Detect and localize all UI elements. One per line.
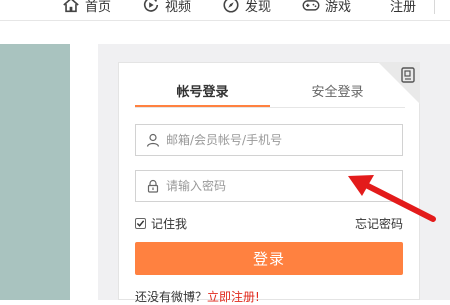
- video-play-icon: [143, 0, 159, 12]
- remember-me-option[interactable]: 记住我: [135, 215, 187, 232]
- nav-home[interactable]: 首页: [62, 0, 111, 16]
- checkmark-icon: [136, 220, 145, 227]
- nav-video[interactable]: 视频: [142, 0, 191, 16]
- forgot-password-link[interactable]: 忘记密码: [355, 215, 403, 232]
- register-prompt: 还没有微博？立即注册!: [135, 288, 260, 305]
- nav-games-label: 游戏: [325, 0, 352, 15]
- remember-me-checkbox[interactable]: [135, 218, 146, 229]
- remember-me-label: 记住我: [151, 217, 188, 231]
- register-now-link[interactable]: 立即注册!: [207, 290, 260, 304]
- nav-divider: [434, 0, 435, 14]
- nav-register-label: 注册: [390, 0, 417, 15]
- nav-discover[interactable]: 发现: [222, 0, 271, 16]
- username-field[interactable]: [135, 124, 403, 156]
- tab-account-login[interactable]: 帐号登录: [135, 81, 270, 107]
- gamepad-icon: [302, 0, 320, 11]
- compass-icon: [223, 0, 239, 13]
- nav-video-label: 视频: [165, 0, 192, 15]
- user-icon: [146, 133, 160, 147]
- tab-secure-login[interactable]: 安全登录: [270, 81, 405, 107]
- home-icon: [63, 0, 79, 13]
- nav-register-link[interactable]: 注册: [390, 0, 416, 16]
- left-banner: [0, 44, 70, 300]
- login-tabs: 帐号登录 安全登录: [135, 63, 405, 108]
- no-account-text: 还没有微博？: [135, 290, 208, 304]
- password-field[interactable]: [135, 170, 403, 202]
- nav-games[interactable]: 游戏: [302, 0, 351, 16]
- login-card: 帐号登录 安全登录 记住我 忘记密码 登录 还没有微博？立即注册!: [118, 62, 420, 304]
- password-input[interactable]: [166, 179, 386, 193]
- username-input[interactable]: [166, 133, 386, 147]
- login-button[interactable]: 登录: [135, 242, 403, 275]
- lock-icon: [147, 179, 159, 193]
- nav-home-label: 首页: [85, 0, 112, 15]
- nav-discover-label: 发现: [245, 0, 272, 15]
- top-navigation: 首页 视频 发现 游戏 注册: [0, 0, 450, 21]
